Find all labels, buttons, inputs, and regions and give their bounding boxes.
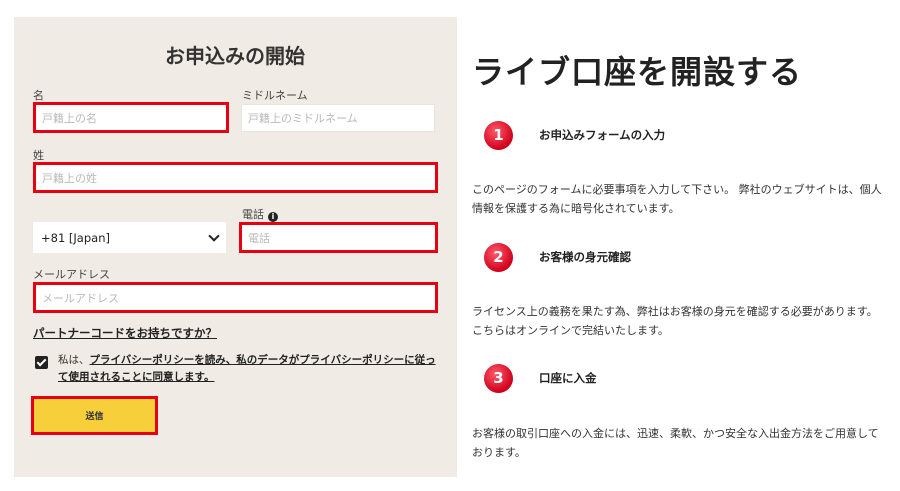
step-1-desc-line2: 情報を保護する為に暗号化されています。 bbox=[472, 202, 680, 215]
first-name-placeholder: 戸籍上の名 bbox=[42, 111, 97, 125]
step-2-desc-line1: ライセンス上の義務を果たす為、弊社はお客様の身元を確認する必要があります。 bbox=[472, 305, 878, 318]
middle-name-placeholder: 戸籍上のミドルネーム bbox=[248, 112, 358, 125]
consent-checkbox[interactable] bbox=[35, 356, 48, 369]
consent-text: 私は、プライバシーポリシーを読み、私のデータがプライバシーポリシーに従って使用さ… bbox=[58, 352, 443, 386]
step-3-description: お客様の取引口座への入金には、迅速、柔軟、かつ安全な入出金方法をご用意して おり… bbox=[472, 424, 897, 462]
step-2-description: ライセンス上の義務を果たす為、弊社はお客様の身元を確認する必要があります。 こち… bbox=[472, 302, 897, 340]
phone-label-text: 電話 bbox=[242, 208, 264, 221]
form-title: お申込みの開始 bbox=[165, 44, 305, 68]
country-code-select[interactable]: +81 [Japan] bbox=[33, 222, 226, 253]
last-name-placeholder: 戸籍上の姓 bbox=[42, 171, 97, 185]
middle-name-input[interactable]: 戸籍上のミドルネーム bbox=[241, 104, 435, 132]
step-3-title: 口座に入金 bbox=[539, 371, 597, 385]
page-title: ライブ口座を開設する bbox=[472, 53, 803, 91]
chevron-down-icon bbox=[208, 229, 220, 242]
step-1-title: お申込みフォームの入力 bbox=[539, 128, 666, 142]
privacy-policy-link[interactable]: プライバシーポリシーを読み、私のデータがプライバシーポリシーに従って使用されるこ… bbox=[58, 354, 436, 383]
email-placeholder: メールアドレス bbox=[42, 291, 119, 305]
first-name-label: 名 bbox=[33, 89, 44, 102]
step-3-desc-line2: おります。 bbox=[472, 446, 526, 459]
email-input[interactable]: メールアドレス bbox=[33, 282, 438, 313]
step-3-desc-line1: お客様の取引口座への入金には、迅速、柔軟、かつ安全な入出金方法をご用意して bbox=[472, 427, 879, 440]
step-2-badge: 2 bbox=[484, 243, 513, 272]
partner-code-link[interactable]: パートナーコードをお持ちですか？ bbox=[33, 325, 217, 341]
step-1-badge: 1 bbox=[484, 121, 513, 150]
info-icon[interactable]: i bbox=[268, 212, 278, 222]
phone-label: 電話 i bbox=[242, 206, 278, 222]
step-1-desc-line1: このページのフォームに必要事項を入力して下さい。 弊社のウェブサイトは、個人 bbox=[472, 183, 882, 196]
phone-input[interactable]: 電話 bbox=[239, 222, 438, 253]
step-1-description: このページのフォームに必要事項を入力して下さい。 弊社のウェブサイトは、個人 情… bbox=[472, 180, 897, 218]
last-name-label: 姓 bbox=[33, 149, 44, 162]
last-name-input[interactable]: 戸籍上の姓 bbox=[33, 162, 438, 193]
middle-name-label: ミドルネーム bbox=[242, 89, 308, 102]
first-name-input[interactable]: 戸籍上の名 bbox=[33, 102, 229, 133]
step-3-badge: 3 bbox=[484, 364, 513, 393]
phone-placeholder: 電話 bbox=[248, 231, 270, 245]
step-2-title: お客様の身元確認 bbox=[539, 250, 631, 264]
step-2-desc-line2: こちらはオンラインで完結いたします。 bbox=[472, 324, 669, 337]
consent-prefix: 私は、 bbox=[58, 354, 90, 366]
country-code-value: +81 [Japan] bbox=[41, 230, 110, 245]
submit-button[interactable]: 送信 bbox=[34, 399, 155, 432]
email-label: メールアドレス bbox=[33, 268, 110, 281]
